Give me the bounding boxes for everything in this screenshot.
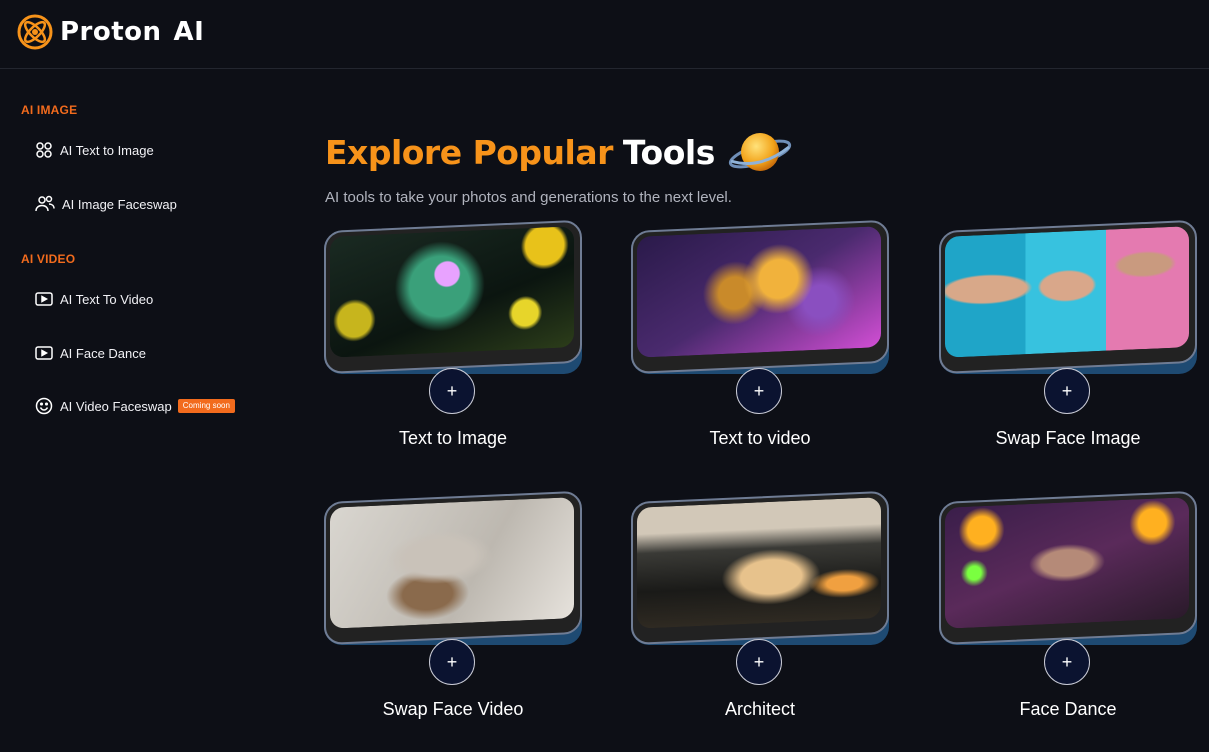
add-tool-button[interactable]: + bbox=[736, 639, 782, 685]
coming-soon-badge: Coming soon bbox=[177, 399, 235, 413]
smiley-icon bbox=[35, 397, 53, 415]
tool-card-swap-face-image[interactable]: + Swap Face Image bbox=[939, 219, 1197, 461]
tool-image-frame bbox=[631, 219, 889, 374]
top-bar: Proton AI bbox=[0, 0, 1209, 69]
sidebar-item-label: AI Face Dance bbox=[60, 345, 146, 361]
tool-card-text-to-image[interactable]: + Text to Image bbox=[324, 219, 582, 461]
page-title-highlight: Explore Popular bbox=[325, 132, 613, 172]
grid-icon bbox=[36, 142, 52, 158]
planet-icon bbox=[728, 133, 791, 171]
add-tool-button[interactable]: + bbox=[1044, 639, 1090, 685]
sidebar-item-label: AI Text To Video bbox=[60, 291, 154, 307]
sidebar-item-ai-image-faceswap[interactable]: AI Image Faceswap bbox=[35, 193, 177, 215]
tool-image-futuristic-building bbox=[637, 497, 881, 629]
proton-logo-icon bbox=[17, 14, 53, 50]
tool-image-frame bbox=[631, 490, 889, 645]
tool-image-shattered-bust bbox=[330, 497, 574, 629]
tool-label: Swap Face Image bbox=[995, 428, 1141, 448]
sidebar-item-ai-text-to-image[interactable]: AI Text to Image bbox=[35, 139, 154, 161]
tool-card-architect[interactable]: + Architect bbox=[631, 490, 889, 732]
sidebar-item-ai-face-dance[interactable]: AI Face Dance bbox=[35, 342, 146, 364]
tool-label: Swap Face Video bbox=[382, 699, 524, 719]
tool-image-frame bbox=[324, 490, 582, 645]
tool-label: Text to video bbox=[709, 428, 811, 448]
add-tool-button[interactable]: + bbox=[1044, 368, 1090, 414]
section-title-ai-image: AI IMAGE bbox=[21, 103, 78, 117]
tool-label: Architect bbox=[724, 699, 796, 719]
tool-image-cyber-woman bbox=[945, 497, 1189, 629]
logo[interactable]: Proton AI bbox=[17, 14, 204, 50]
sidebar-item-ai-video-faceswap[interactable]: AI Video Faceswap Coming soon bbox=[35, 395, 235, 417]
video-play-icon bbox=[35, 292, 53, 306]
add-tool-button[interactable]: + bbox=[429, 368, 475, 414]
page-subtitle: AI tools to take your photos and generat… bbox=[325, 189, 732, 206]
tool-card-swap-face-video[interactable]: + Swap Face Video bbox=[324, 490, 582, 732]
tool-label: Face Dance bbox=[1019, 699, 1117, 719]
tool-image-three-faces bbox=[945, 226, 1189, 358]
tool-image-neon-monster bbox=[330, 226, 574, 358]
tool-label: Text to Image bbox=[398, 428, 508, 448]
tool-image-frame bbox=[939, 219, 1197, 374]
page-title-rest: Tools bbox=[622, 132, 715, 172]
add-tool-button[interactable]: + bbox=[429, 639, 475, 685]
sidebar-item-label: AI Video Faceswap bbox=[60, 398, 172, 414]
add-tool-button[interactable]: + bbox=[736, 368, 782, 414]
tool-image-frame bbox=[324, 219, 582, 374]
tool-card-face-dance[interactable]: + Face Dance bbox=[939, 490, 1197, 732]
page-title: Explore Popular Tools bbox=[325, 128, 793, 176]
sidebar-item-ai-text-to-video[interactable]: AI Text To Video bbox=[35, 288, 153, 310]
tool-image-golden-sculpture bbox=[637, 226, 881, 358]
tool-image-frame bbox=[939, 490, 1197, 645]
sidebar-item-label: AI Image Faceswap bbox=[62, 196, 177, 212]
sidebar-item-label: AI Text to Image bbox=[60, 142, 154, 158]
video-play-icon bbox=[35, 346, 53, 360]
brand-name: Proton AI bbox=[60, 17, 205, 47]
users-icon bbox=[35, 195, 55, 212]
tool-card-text-to-video[interactable]: + Text to video bbox=[631, 219, 889, 461]
section-title-ai-video: AI VIDEO bbox=[21, 252, 76, 266]
